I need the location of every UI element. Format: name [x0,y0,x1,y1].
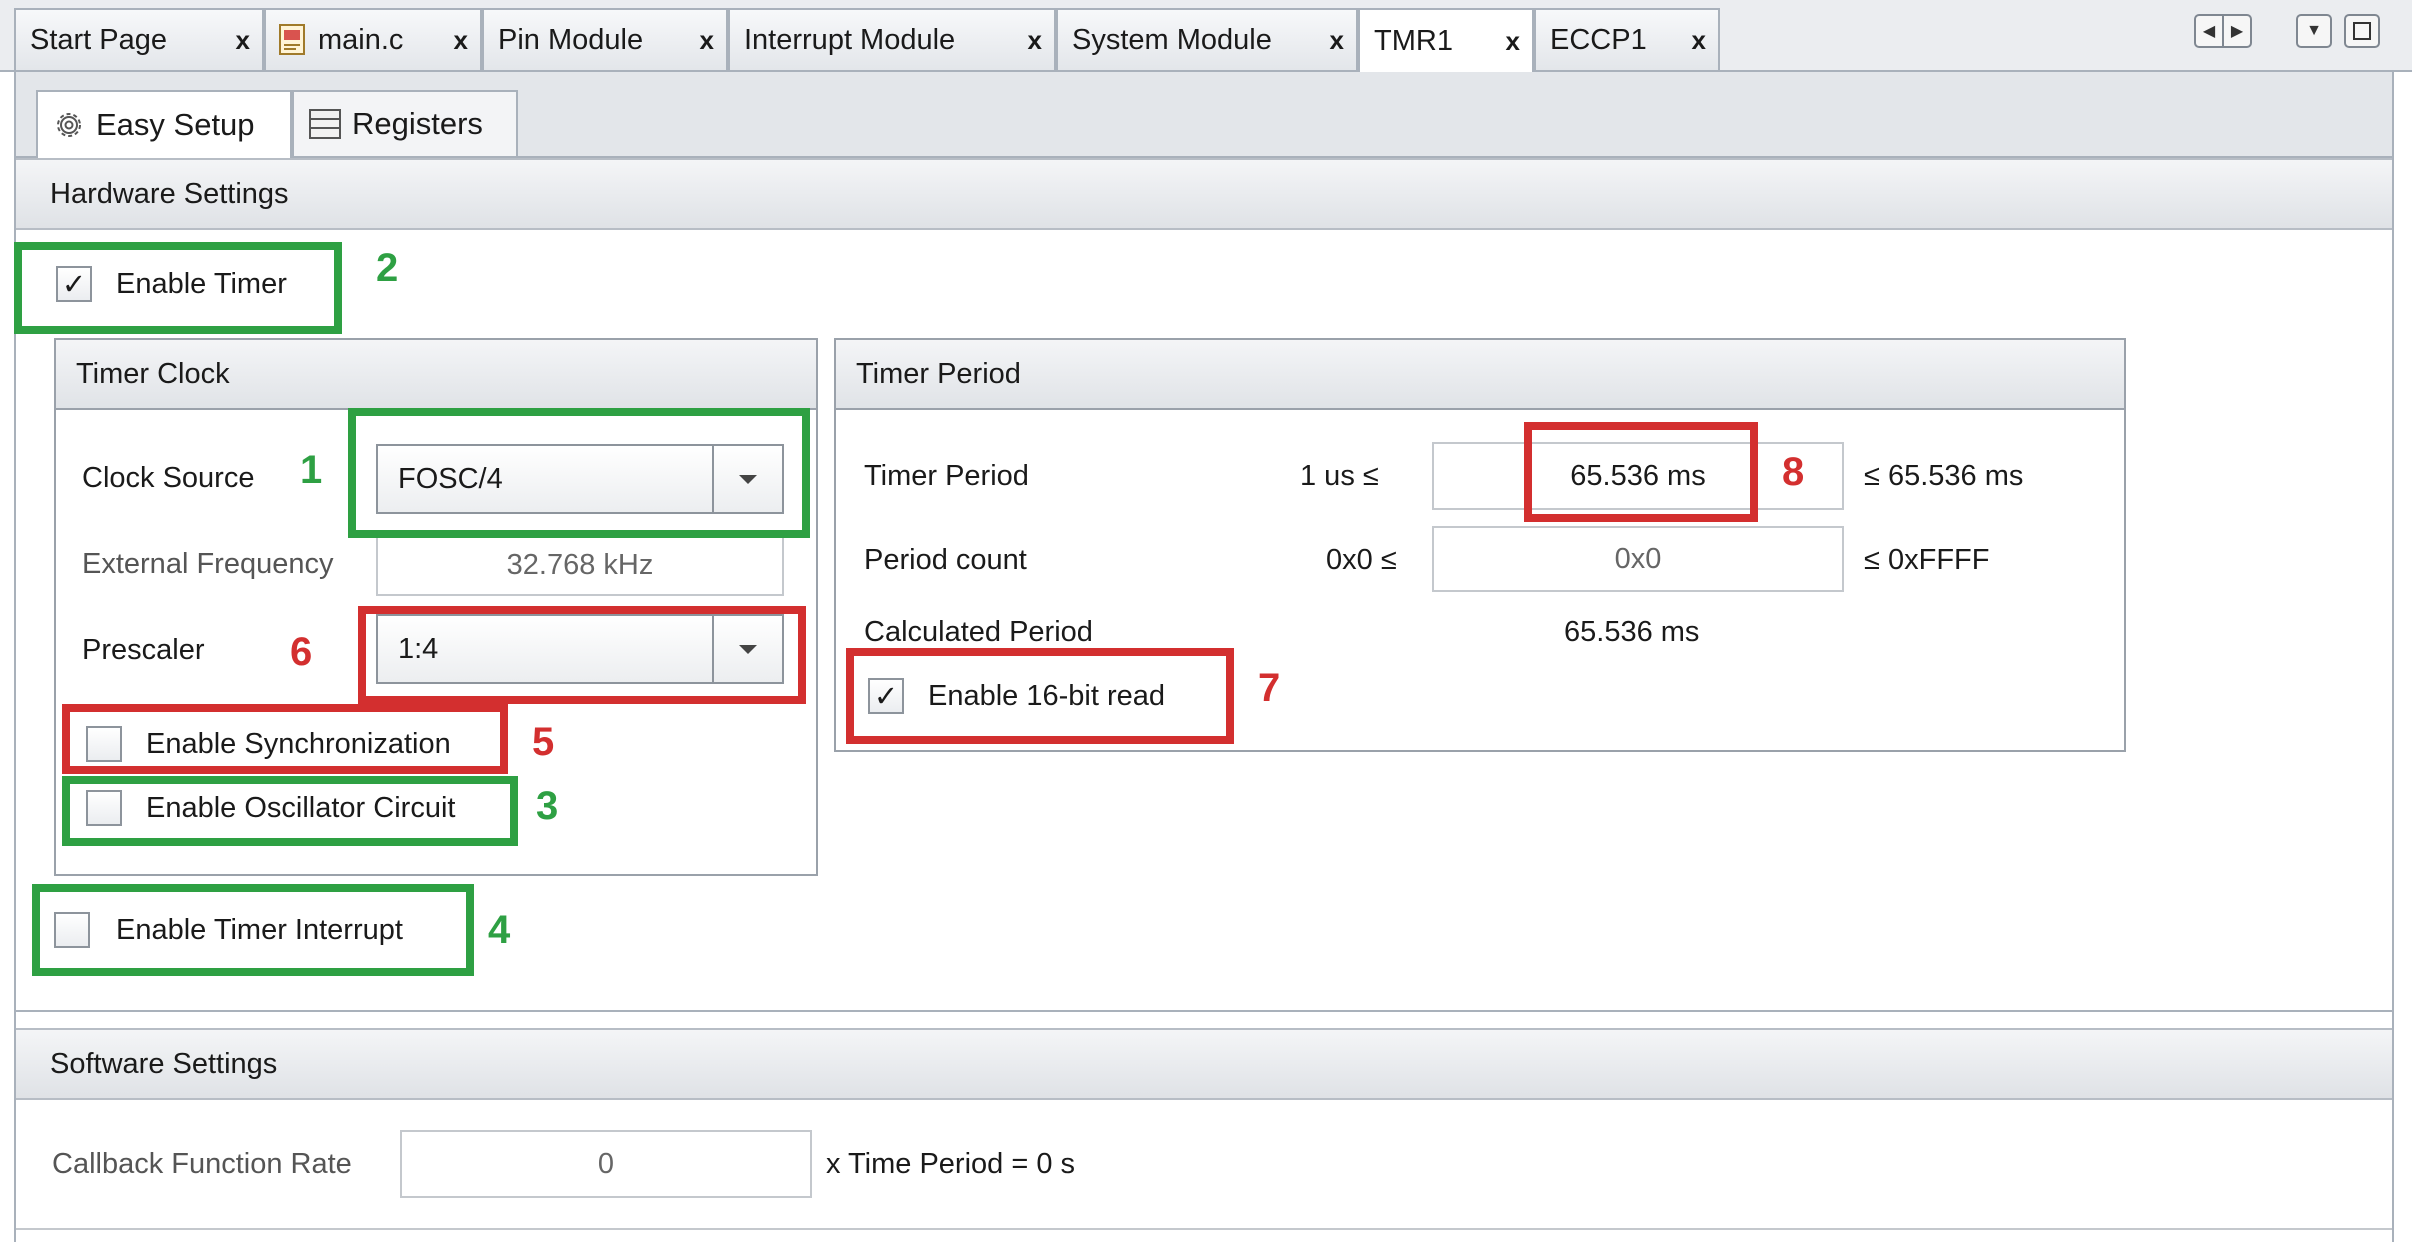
scroll-right-icon[interactable]: ▶ [2222,14,2252,48]
tab-system-module[interactable]: System Module x [1056,8,1358,70]
annotation-box-8 [1524,422,1758,522]
timer-clock-header: Timer Clock [56,340,816,410]
timer-period-header: Timer Period [836,340,2124,410]
group-title: Timer Clock [76,357,230,390]
gear-icon [52,108,86,142]
tab-label: Pin Module [498,23,644,56]
divider [16,1228,2392,1230]
period-min-label: 1 us ≤ [1300,460,1379,492]
maximize-icon[interactable] [2344,14,2380,48]
tab-eccp1[interactable]: ECCP1 x [1534,8,1720,70]
subtab-registers[interactable]: Registers [292,90,518,156]
group-title: Timer Period [856,357,1021,390]
period-count-value: 0x0 [1614,542,1662,575]
annotation-number-7: 7 [1258,666,1281,710]
annotation-box-7 [846,648,1234,744]
setup-subtab-bar: Easy Setup Registers [16,72,2392,158]
tab-start-page[interactable]: Start Page x [14,8,264,70]
annotation-box-1 [348,408,810,538]
count-max-label: ≤ 0xFFFF [1864,544,1990,576]
annotation-box-4 [32,884,474,976]
annotation-number-3: 3 [536,784,559,828]
tab-label: Start Page [30,23,168,56]
annotation-box-2 [14,242,342,334]
annotation-number-5: 5 [532,720,555,764]
tab-label: Interrupt Module [744,23,956,56]
tab-main-c[interactable]: main.c x [264,8,482,70]
subtab-label: Easy Setup [96,107,255,142]
tab-interrupt-module[interactable]: Interrupt Module x [728,8,1056,70]
editor-tab-strip: Start Page x main.c x Pin Module x Inter… [0,0,2412,72]
section-title: Software Settings [50,1047,278,1080]
prescaler-label: Prescaler [82,634,205,666]
annotation-number-1: 1 [300,448,323,492]
count-min-label: 0x0 ≤ [1326,544,1397,576]
close-icon[interactable]: x [1330,25,1344,56]
close-icon[interactable]: x [1692,25,1706,56]
external-frequency-field[interactable]: 32.768 kHz [376,534,784,596]
tab-label: TMR1 [1374,24,1453,57]
close-icon[interactable]: x [454,25,468,56]
external-frequency-label: External Frequency [82,548,334,580]
period-count-label: Period count [864,544,1027,576]
subtab-label: Registers [352,106,483,141]
period-count-input[interactable]: 0x0 [1432,526,1844,592]
callback-rate-label: Callback Function Rate [52,1148,352,1180]
close-icon[interactable]: x [700,25,714,56]
callback-rate-input[interactable]: 0 [400,1130,812,1198]
annotation-box-3 [62,776,518,846]
annotation-box-5 [62,704,508,774]
annotation-number-2: 2 [376,246,399,290]
annotation-number-6: 6 [290,630,313,674]
annotation-number-8: 8 [1782,450,1805,494]
annotation-box-6 [358,606,806,704]
software-settings-header[interactable]: Software Settings [16,1028,2392,1100]
close-icon[interactable]: x [1506,26,1520,57]
pane-border [2392,72,2394,1242]
external-frequency-value: 32.768 kHz [506,548,654,581]
callback-rate-value: 0 [597,1147,615,1180]
calculated-period-value: 65.536 ms [1564,616,1700,648]
tab-label: main.c [318,23,404,56]
calculated-period-label: Calculated Period [864,616,1093,648]
tab-pin-module[interactable]: Pin Module x [482,8,728,70]
timer-period-label: Timer Period [864,460,1029,492]
subtab-easy-setup[interactable]: Easy Setup [36,90,292,158]
tab-label: ECCP1 [1550,23,1647,56]
close-icon[interactable]: x [236,25,250,56]
tab-tmr1[interactable]: TMR1 x [1358,8,1534,72]
registers-icon [308,108,342,140]
hardware-settings-header[interactable]: Hardware Settings [16,158,2392,230]
scroll-left-icon[interactable]: ◀ [2194,14,2224,48]
clock-source-label: Clock Source [82,462,255,494]
annotation-number-4: 4 [488,908,511,952]
close-icon[interactable]: x [1028,25,1042,56]
period-max-label: ≤ 65.536 ms [1864,460,2024,492]
section-title: Hardware Settings [50,177,289,210]
tab-label: System Module [1072,23,1272,56]
c-file-icon [278,24,308,56]
callback-rate-suffix: x Time Period = 0 s [826,1148,1076,1180]
tab-list-dropdown-icon[interactable]: ▼ [2296,14,2332,48]
